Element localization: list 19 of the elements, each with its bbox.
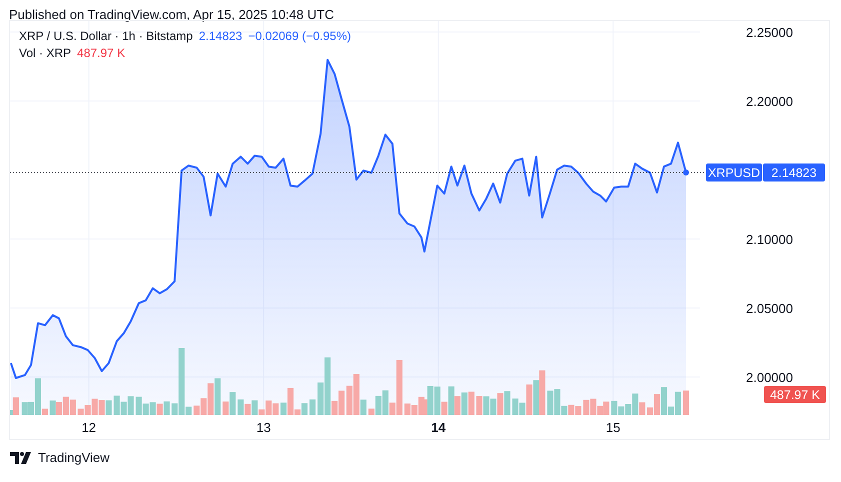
volume-badge: 487.97 K	[764, 386, 826, 404]
volume-value: 487.97 K	[77, 46, 126, 60]
x-tick-label: 13	[256, 420, 271, 435]
x-tick-label: 15	[606, 420, 620, 435]
y-tick-label: 2.20000	[746, 94, 793, 110]
y-tick-label: 2.00000	[746, 370, 793, 386]
price-badge: 2.14823	[763, 164, 825, 182]
price-change: −0.02069 (−0.95%)	[248, 29, 351, 43]
x-tick-label: 12	[82, 420, 96, 435]
volume-title: Vol · XRP	[19, 46, 72, 60]
y-tick-label: 2.10000	[746, 232, 793, 248]
published-caption: Published on TradingView.com, Apr 15, 2025 10:48 UTC	[9, 7, 334, 22]
y-tick-label: 2.25000	[746, 25, 793, 40]
last-price: 2.14823	[198, 29, 242, 43]
symbol-title: XRP / U.S. Dollar · 1h · Bitstamp	[19, 29, 193, 43]
symbol-badge: XRPUSD	[706, 164, 762, 182]
y-tick-label: 2.05000	[746, 301, 793, 316]
brand-name: TradingView	[38, 450, 110, 465]
x-tick-label: 14	[431, 420, 446, 435]
